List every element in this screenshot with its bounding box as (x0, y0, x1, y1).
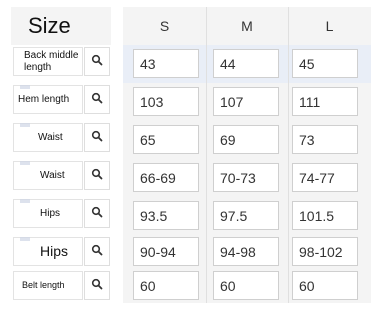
label-row: Belt length (11, 269, 111, 303)
search-icon (91, 167, 103, 185)
search-icon (91, 277, 103, 295)
search-icon (91, 53, 103, 71)
value-cell[interactable]: 90-94 (133, 237, 199, 266)
label-box: Waist (13, 161, 83, 190)
search-icon (91, 91, 103, 109)
value-cell[interactable]: 101.5 (292, 201, 358, 230)
search-icon (91, 129, 103, 147)
value-cell[interactable]: 65 (133, 125, 199, 154)
column-divider (288, 7, 289, 303)
label-row: Waist (11, 159, 111, 193)
label-row: Waist (11, 121, 111, 155)
search-button[interactable] (84, 161, 110, 190)
value-cell[interactable]: 73 (292, 125, 358, 154)
column-header-l: L (325, 18, 334, 34)
row-label: Hem length (18, 93, 70, 105)
value-cell[interactable]: 45 (292, 49, 358, 78)
value-cell[interactable]: 103 (133, 87, 199, 116)
lmark (20, 85, 30, 89)
label-row: Hem length (11, 83, 111, 117)
value-cell[interactable]: 60 (292, 271, 358, 300)
value-cell[interactable]: 74-77 (292, 163, 358, 192)
search-button[interactable] (84, 123, 110, 152)
size-title: Size (28, 13, 71, 38)
label-box: Back middle length (13, 47, 83, 76)
label-box: Belt length (13, 271, 83, 300)
row-label: Belt length (22, 280, 65, 291)
label-box: Waist (13, 123, 83, 152)
label-row: Hips (11, 235, 111, 269)
search-button[interactable] (84, 271, 110, 300)
row-label: Waist (38, 131, 63, 143)
search-button[interactable] (84, 199, 110, 228)
value-cell[interactable]: 98-102 (292, 237, 358, 266)
search-icon (91, 205, 103, 223)
lmark (20, 237, 30, 241)
row-labels-panel: Size Back middle length Hem length Waist (11, 7, 111, 303)
value-cell[interactable]: 97.5 (213, 201, 279, 230)
label-row: Back middle length (11, 45, 111, 79)
value-cell[interactable]: 60 (213, 271, 279, 300)
value-cell[interactable]: 66-69 (133, 163, 199, 192)
value-cell[interactable]: 93.5 (133, 201, 199, 230)
value-cell[interactable]: 43 (133, 49, 199, 78)
value-cell[interactable]: 69 (213, 125, 279, 154)
label-row: Hips (11, 197, 111, 231)
column-header-m: M (241, 18, 253, 34)
lmark (20, 123, 30, 127)
search-icon (91, 243, 103, 261)
size-header: Size (11, 7, 111, 45)
column-header-s: S (159, 18, 170, 34)
value-cell[interactable]: 111 (292, 87, 358, 116)
search-button[interactable] (84, 237, 110, 266)
value-cell[interactable]: 44 (213, 49, 279, 78)
lmark (20, 161, 30, 165)
row-label: Hips (40, 207, 61, 219)
label-box: Hips (13, 199, 83, 228)
lmark (20, 199, 30, 203)
value-cell[interactable]: 60 (133, 271, 199, 300)
row-label: Waist (40, 169, 65, 181)
search-button[interactable] (84, 47, 110, 76)
row-label: Hips (40, 243, 69, 260)
label-box: Hips (13, 237, 83, 266)
column-divider (206, 7, 207, 303)
search-button[interactable] (84, 85, 110, 114)
size-values-grid: S M L 43 44 45 103 107 111 65 69 73 66-6… (123, 7, 371, 303)
value-cell[interactable]: 70-73 (213, 163, 279, 192)
label-box: Hem length (13, 85, 83, 114)
row-label: Back middle length (24, 50, 79, 73)
value-cell[interactable]: 94-98 (213, 237, 279, 266)
value-cell[interactable]: 107 (213, 87, 279, 116)
